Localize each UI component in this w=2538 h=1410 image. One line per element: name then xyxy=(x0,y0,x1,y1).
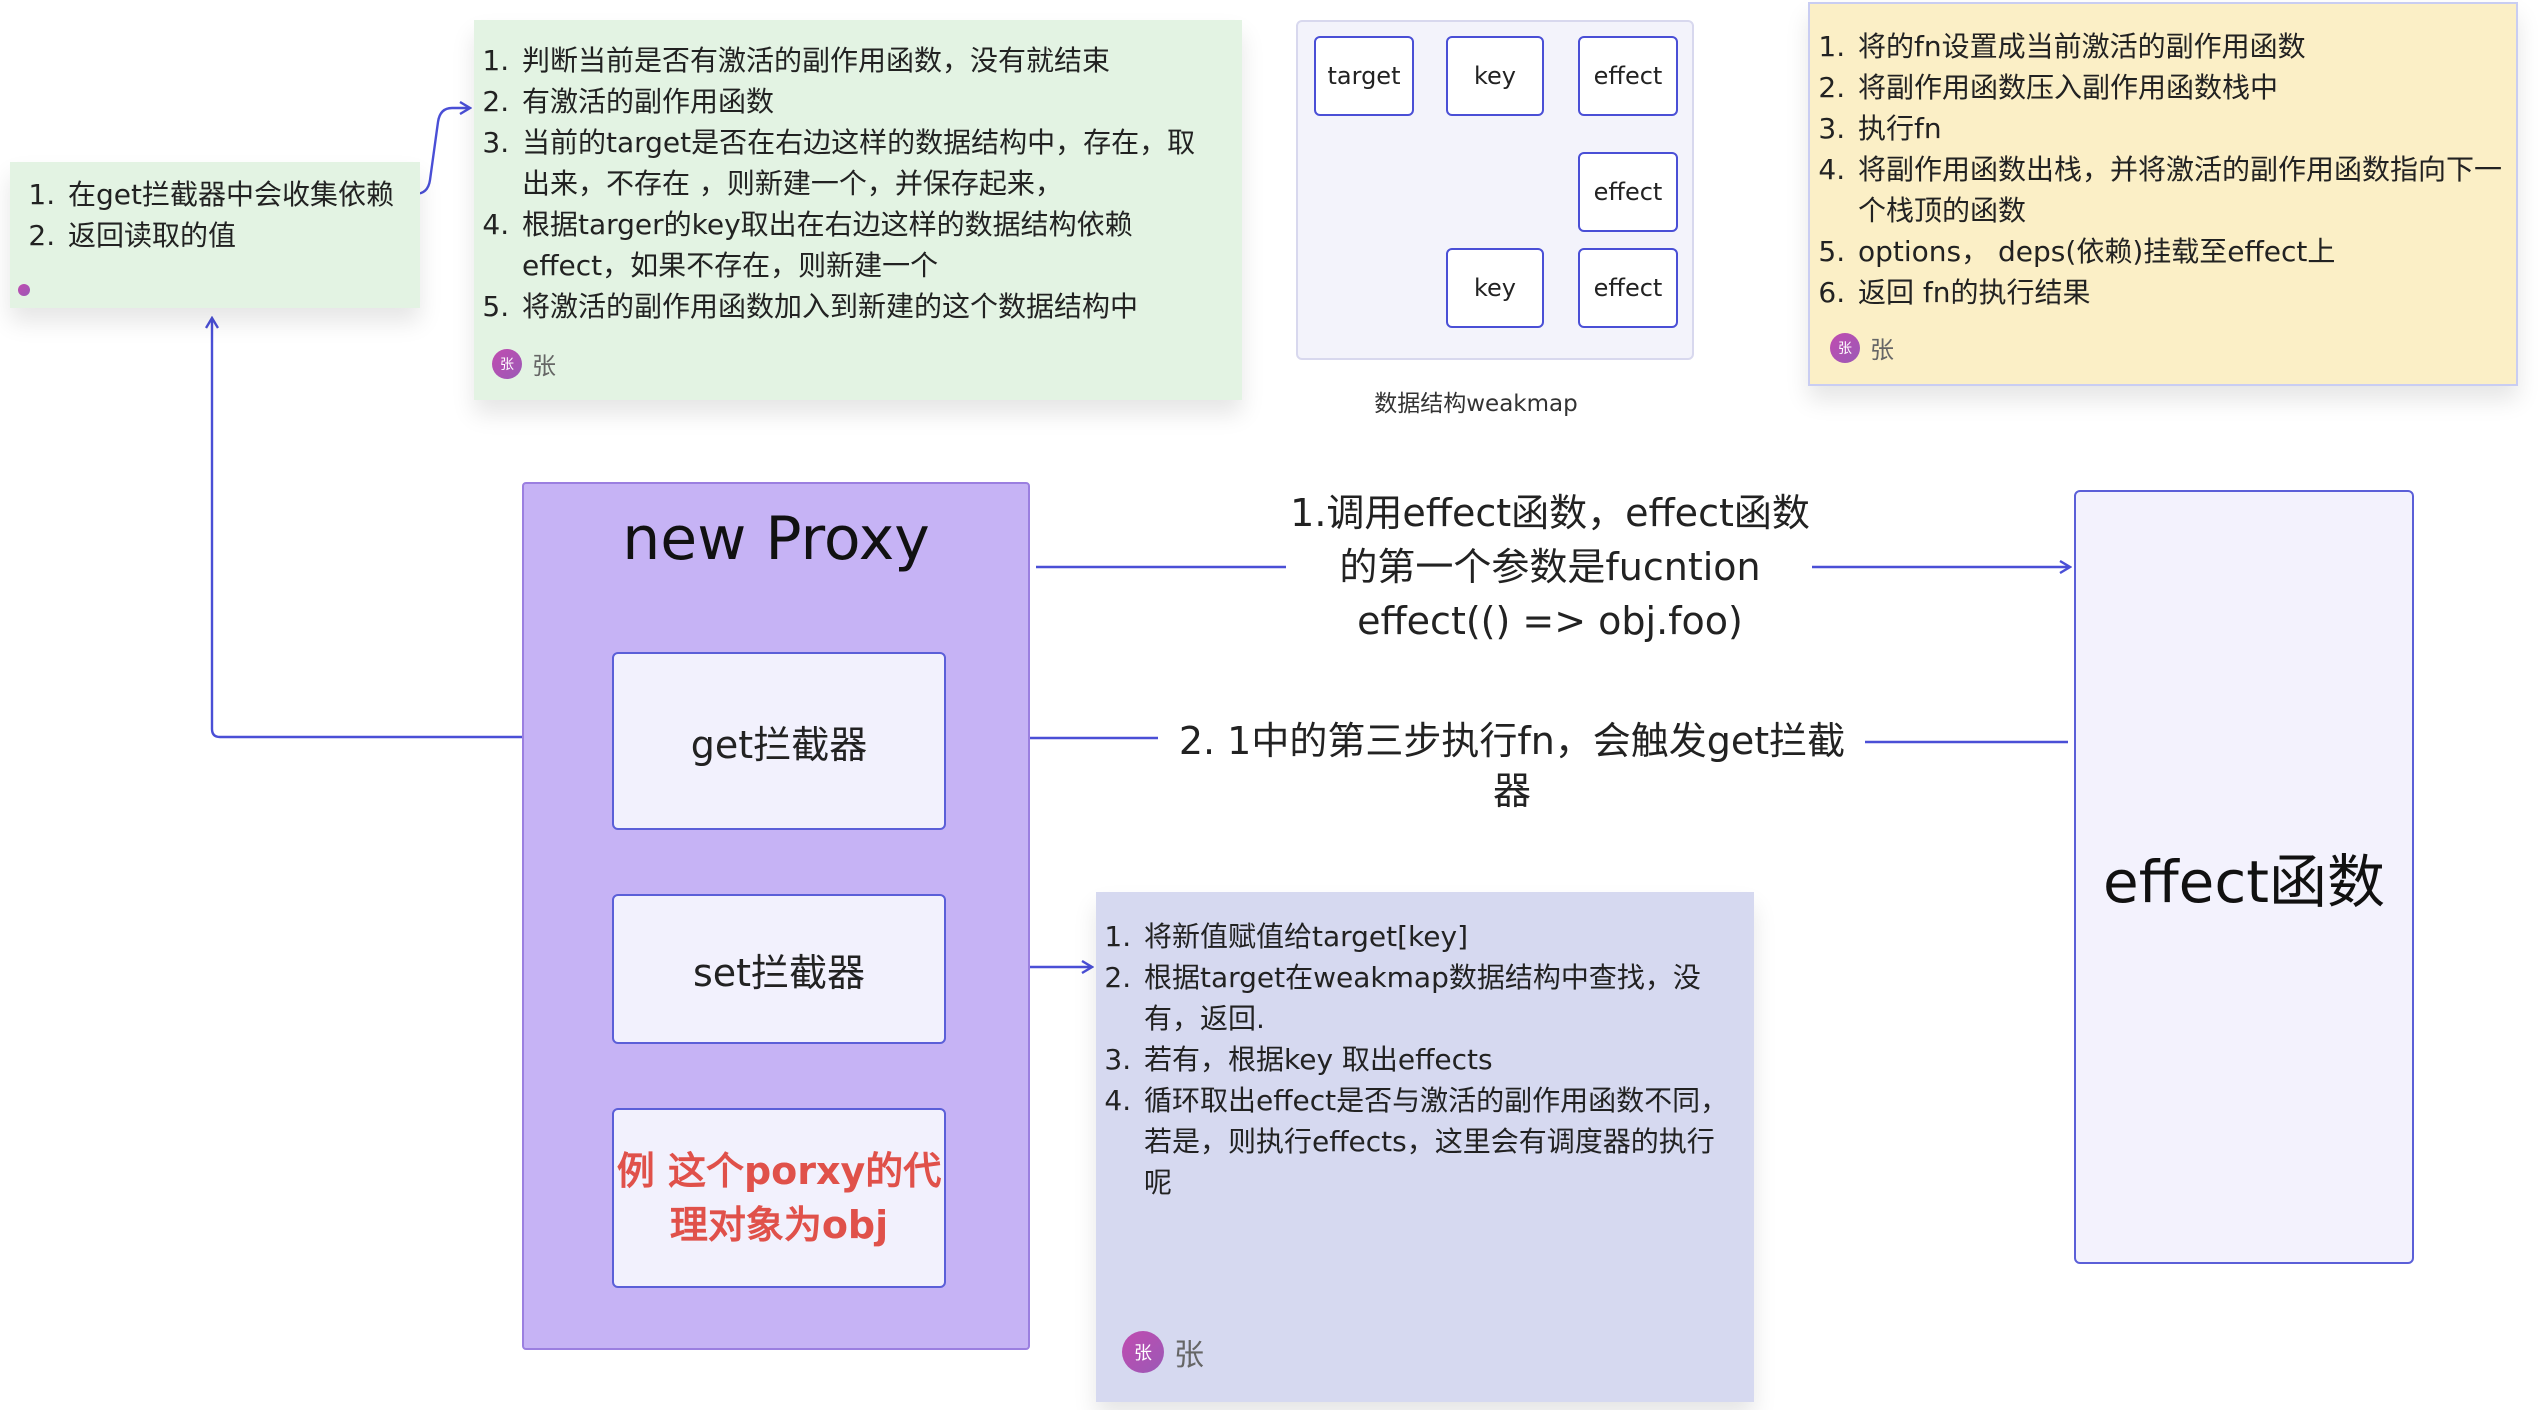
blue-note-item: 循环取出effect是否与激活的副作用函数不同，若是，则执行effects，这里… xyxy=(1140,1080,1734,1203)
blue-note-item: 若有，根据key 取出effects xyxy=(1140,1039,1734,1080)
weakmap-key-node: key xyxy=(1446,36,1544,116)
set-interceptor: set拦截器 xyxy=(612,894,946,1044)
proxy-example: 例 这个porxy的代 理对象为obj xyxy=(612,1108,946,1288)
proxy-title: new Proxy xyxy=(622,504,930,574)
green-note-item: 有激活的副作用函数 xyxy=(518,81,1218,122)
weakmap-key-node: key xyxy=(1446,248,1544,328)
avatar: 张 xyxy=(1122,1331,1164,1373)
weakmap-caption: 数据结构weakmap xyxy=(1374,391,1578,417)
green-note-item: 判断当前是否有激活的副作用函数，没有就结束 xyxy=(518,40,1218,81)
effect-function-box: effect函数 xyxy=(2074,490,2414,1264)
author-name: 张 xyxy=(532,352,556,380)
yellow-note-item: 将的fn设置成当前激活的副作用函数 xyxy=(1854,26,2504,67)
arrow1-line3: effect(() => obj.foo) xyxy=(1357,599,1743,643)
blue-note: 将新值赋值给target[key] 根据target在weakmap数据结构中查… xyxy=(1096,892,1754,1402)
get-interceptor: get拦截器 xyxy=(612,652,946,830)
yellow-note-item: 返回 fn的执行结果 xyxy=(1854,272,2504,313)
avatar: 张 xyxy=(1830,332,1860,363)
yellow-note-item: 将副作用函数压入副作用函数栈中 xyxy=(1854,67,2504,108)
author-name: 张 xyxy=(1174,1338,1204,1373)
arrow1-line1: 1.调用effect函数，effect函数 xyxy=(1290,491,1810,535)
blue-note-item: 根据target在weakmap数据结构中查找，没有，返回. xyxy=(1140,957,1734,1039)
arrow1-line2: 的第一个参数是fucntion xyxy=(1339,545,1761,589)
green-note: 判断当前是否有激活的副作用函数，没有就结束 有激活的副作用函数 当前的targe… xyxy=(474,20,1242,400)
avatar: 张 xyxy=(492,348,522,379)
blue-note-item: 将新值赋值给target[key] xyxy=(1140,916,1734,957)
green-note-item: 当前的target是否在右边这样的数据结构中，存在，取出来，不存在 ，则新建一个… xyxy=(518,122,1218,204)
left-note-item: 返回读取的值 xyxy=(64,215,416,256)
yellow-note: 将的fn设置成当前激活的副作用函数 将副作用函数压入副作用函数栈中 执行fn 将… xyxy=(1808,2,2518,386)
arrow1-label: 1.调用effect函数，effect函数 的第一个参数是fucntion ef… xyxy=(1290,486,1810,648)
avatar xyxy=(18,284,30,296)
weakmap-effect-node: effect xyxy=(1578,36,1678,116)
green-note-item: 将激活的副作用函数加入到新建的这个数据结构中 xyxy=(518,286,1218,327)
proxy-example-line1: 例 这个porxy的代 xyxy=(616,1149,942,1193)
author-name: 张 xyxy=(1870,336,1894,364)
left-note: 在get拦截器中会收集依赖 返回读取的值 xyxy=(10,162,420,308)
green-note-item: 根据targer的key取出在右边这样的数据结构依赖effect，如果不存在，则… xyxy=(518,204,1218,286)
yellow-note-item: 执行fn xyxy=(1854,108,2504,149)
arrow2-label: 2. 1中的第三步执行fn，会触发get拦截器 xyxy=(1160,716,1864,816)
yellow-note-item: 将副作用函数出栈，并将激活的副作用函数指向下一个栈顶的函数 xyxy=(1854,149,2504,231)
weakmap-target-node: target xyxy=(1314,36,1414,116)
proxy-example-line2: 理对象为obj xyxy=(669,1203,889,1247)
yellow-note-item: options， deps(依赖)挂载至effect上 xyxy=(1854,231,2504,272)
proxy-block: new Proxy get拦截器 set拦截器 例 这个porxy的代 理对象为… xyxy=(522,482,1030,1350)
weakmap-effect-node: effect xyxy=(1578,248,1678,328)
weakmap-effect-node: effect xyxy=(1578,152,1678,232)
left-note-item: 在get拦截器中会收集依赖 xyxy=(64,174,416,215)
